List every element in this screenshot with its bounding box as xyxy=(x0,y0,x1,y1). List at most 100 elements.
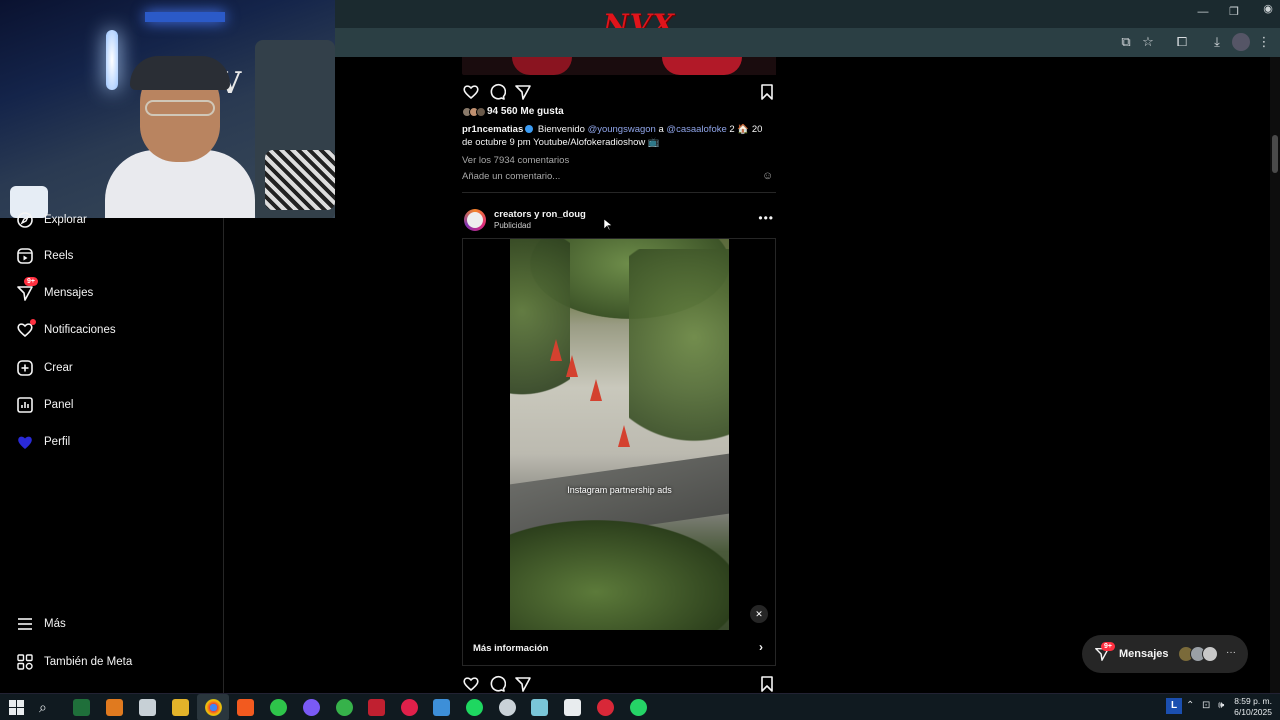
sidebar-item-label: Más xyxy=(44,618,66,630)
share-icon[interactable] xyxy=(514,675,532,693)
app-icon[interactable] xyxy=(270,699,287,716)
sidebar-item-label: Crear xyxy=(44,362,73,374)
post-video[interactable]: Instagram partnership ads ✕ xyxy=(462,238,776,630)
avatar[interactable] xyxy=(464,209,486,231)
app-icon[interactable] xyxy=(139,699,156,716)
post-media-partial[interactable] xyxy=(462,57,776,75)
sidebar-item-explorar[interactable]: Explorar xyxy=(16,208,87,232)
clock-date: 6/10/2025 xyxy=(1234,707,1272,717)
sidebar-item-crear[interactable]: Crear xyxy=(16,356,73,380)
windows-start-icon[interactable] xyxy=(8,699,25,716)
page-scrollbar[interactable] xyxy=(1270,57,1280,693)
notification-badge: 9+ xyxy=(1101,642,1115,651)
like-heart-icon[interactable] xyxy=(462,675,480,693)
app-icon[interactable] xyxy=(531,699,548,716)
avatar[interactable] xyxy=(1232,33,1250,51)
mention-link[interactable]: @casaalofoke xyxy=(666,124,726,135)
kebab-menu-icon[interactable]: ⋮ xyxy=(1255,33,1273,51)
share-icon[interactable] xyxy=(514,83,532,101)
sidebar-item-reels[interactable]: Reels xyxy=(16,244,73,268)
webcam-overlay: V xyxy=(0,0,335,218)
app-icon[interactable] xyxy=(368,699,385,716)
more-info-label: Más información xyxy=(473,643,549,654)
comment-icon[interactable] xyxy=(488,83,507,101)
profile-avatar xyxy=(16,433,34,451)
instagram-sidebar: Explorar Reels 9+ Mensajes Notificacione… xyxy=(0,212,224,693)
post-actions xyxy=(462,675,776,695)
spreadsheet-app-icon[interactable] xyxy=(73,699,90,716)
save-bookmark-icon[interactable] xyxy=(758,675,776,693)
smiley-icon[interactable]: ☺ xyxy=(762,170,773,182)
download-icon[interactable]: ⤓ xyxy=(1208,33,1226,51)
brave-icon[interactable] xyxy=(237,699,254,716)
sidebar-item-panel[interactable]: Panel xyxy=(16,393,73,417)
restore-button[interactable]: ❐ xyxy=(1223,4,1245,20)
volume-icon[interactable]: 🕪 xyxy=(1218,700,1224,711)
sidebar-item-label: Explorar xyxy=(44,214,87,226)
sidebar-item-mensajes[interactable]: 9+ Mensajes xyxy=(16,277,94,305)
sidebar-item-label: Panel xyxy=(44,399,74,411)
likes-count[interactable]: 94 560 Me gusta xyxy=(462,106,564,117)
sidebar-item-tambien-de-meta[interactable]: También de Meta xyxy=(16,650,132,674)
scrollbar-thumb[interactable] xyxy=(1272,135,1278,173)
messages-label: Mensajes xyxy=(1119,648,1169,660)
mention-link[interactable]: @youngswagon xyxy=(588,124,656,135)
clock-time: 8:59 p. m. xyxy=(1234,696,1272,706)
sidebar-item-label: Notificaciones xyxy=(44,324,116,336)
search-icon[interactable]: ⌕ xyxy=(39,699,56,716)
capcut-icon[interactable] xyxy=(564,699,581,716)
app-icon[interactable] xyxy=(336,699,353,716)
messages-floating-button[interactable]: 9+ Mensajes ··· xyxy=(1082,635,1248,673)
chrome-icon[interactable] xyxy=(205,699,222,716)
post-header: creators y ron_doug Publicidad ••• xyxy=(462,207,776,235)
like-heart-icon[interactable] xyxy=(462,83,480,101)
profile-icon[interactable]: ◉ xyxy=(1257,1,1279,17)
chevron-up-icon[interactable]: ⌃ xyxy=(1186,700,1194,711)
more-info-button[interactable]: Más información › xyxy=(462,630,776,666)
sidebar-item-perfil[interactable]: Perfil xyxy=(16,430,70,454)
plus-square-icon xyxy=(16,359,34,377)
whatsapp-icon[interactable] xyxy=(630,699,647,716)
sidebar-item-label: También de Meta xyxy=(44,656,133,668)
app-icon[interactable] xyxy=(303,699,320,716)
sidebar-item-mas[interactable]: Más xyxy=(16,612,66,636)
caption-username[interactable]: pr1ncematias xyxy=(462,124,523,135)
app-icon[interactable] xyxy=(401,699,418,716)
network-icon[interactable]: ⊡ xyxy=(1202,700,1210,711)
video-caption: Instagram partnership ads xyxy=(567,485,672,495)
install-app-icon[interactable]: ⧉ xyxy=(1117,33,1135,51)
more-options-icon: ··· xyxy=(1226,647,1236,658)
more-options-icon[interactable]: ••• xyxy=(758,211,774,225)
folder-icon[interactable] xyxy=(172,699,189,716)
mute-icon[interactable]: ✕ xyxy=(750,605,768,623)
bookmark-star-icon[interactable]: ☆ xyxy=(1139,33,1157,51)
extensions-icon[interactable]: ⧠ xyxy=(1173,33,1191,51)
sidebar-item-label: Mensajes xyxy=(44,287,94,299)
language-indicator[interactable]: L xyxy=(1166,698,1182,714)
sidebar-item-notificaciones[interactable]: Notificaciones xyxy=(16,318,116,342)
app-icon[interactable] xyxy=(597,699,614,716)
calculator-icon[interactable] xyxy=(433,699,450,716)
spotify-icon[interactable] xyxy=(466,699,483,716)
post-username[interactable]: creators y ron_doug xyxy=(494,209,586,220)
post-actions xyxy=(462,83,776,103)
settings-gear-icon[interactable] xyxy=(499,699,516,716)
video-frame[interactable]: Instagram partnership ads xyxy=(510,239,729,630)
chevron-right-icon: › xyxy=(759,640,763,654)
save-bookmark-icon[interactable] xyxy=(758,83,776,101)
address-bar-row: ⧉ ☆ ⧠ ⤓ ⋮ xyxy=(335,28,1280,57)
add-comment-input[interactable]: Añade un comentario... xyxy=(462,171,560,182)
browser-toolbar: NVX — ❐ ◉ ⧉ ☆ ⧠ ⤓ ⋮ xyxy=(335,0,1280,57)
comment-icon[interactable] xyxy=(488,675,507,693)
menu-icon xyxy=(16,615,34,633)
view-comments-link[interactable]: Ver los 7934 comentarios xyxy=(462,155,569,166)
system-clock[interactable]: 8:59 p. m. 6/10/2025 xyxy=(1232,696,1272,718)
messenger-icon: 9+ xyxy=(16,277,38,302)
minimize-button[interactable]: — xyxy=(1192,4,1214,20)
mouse-cursor-icon xyxy=(604,219,612,231)
app-a-icon[interactable] xyxy=(106,699,123,716)
notification-badge: 9+ xyxy=(24,277,38,286)
chart-icon xyxy=(16,396,34,414)
post-divider xyxy=(462,192,776,193)
heart-icon xyxy=(16,319,36,339)
